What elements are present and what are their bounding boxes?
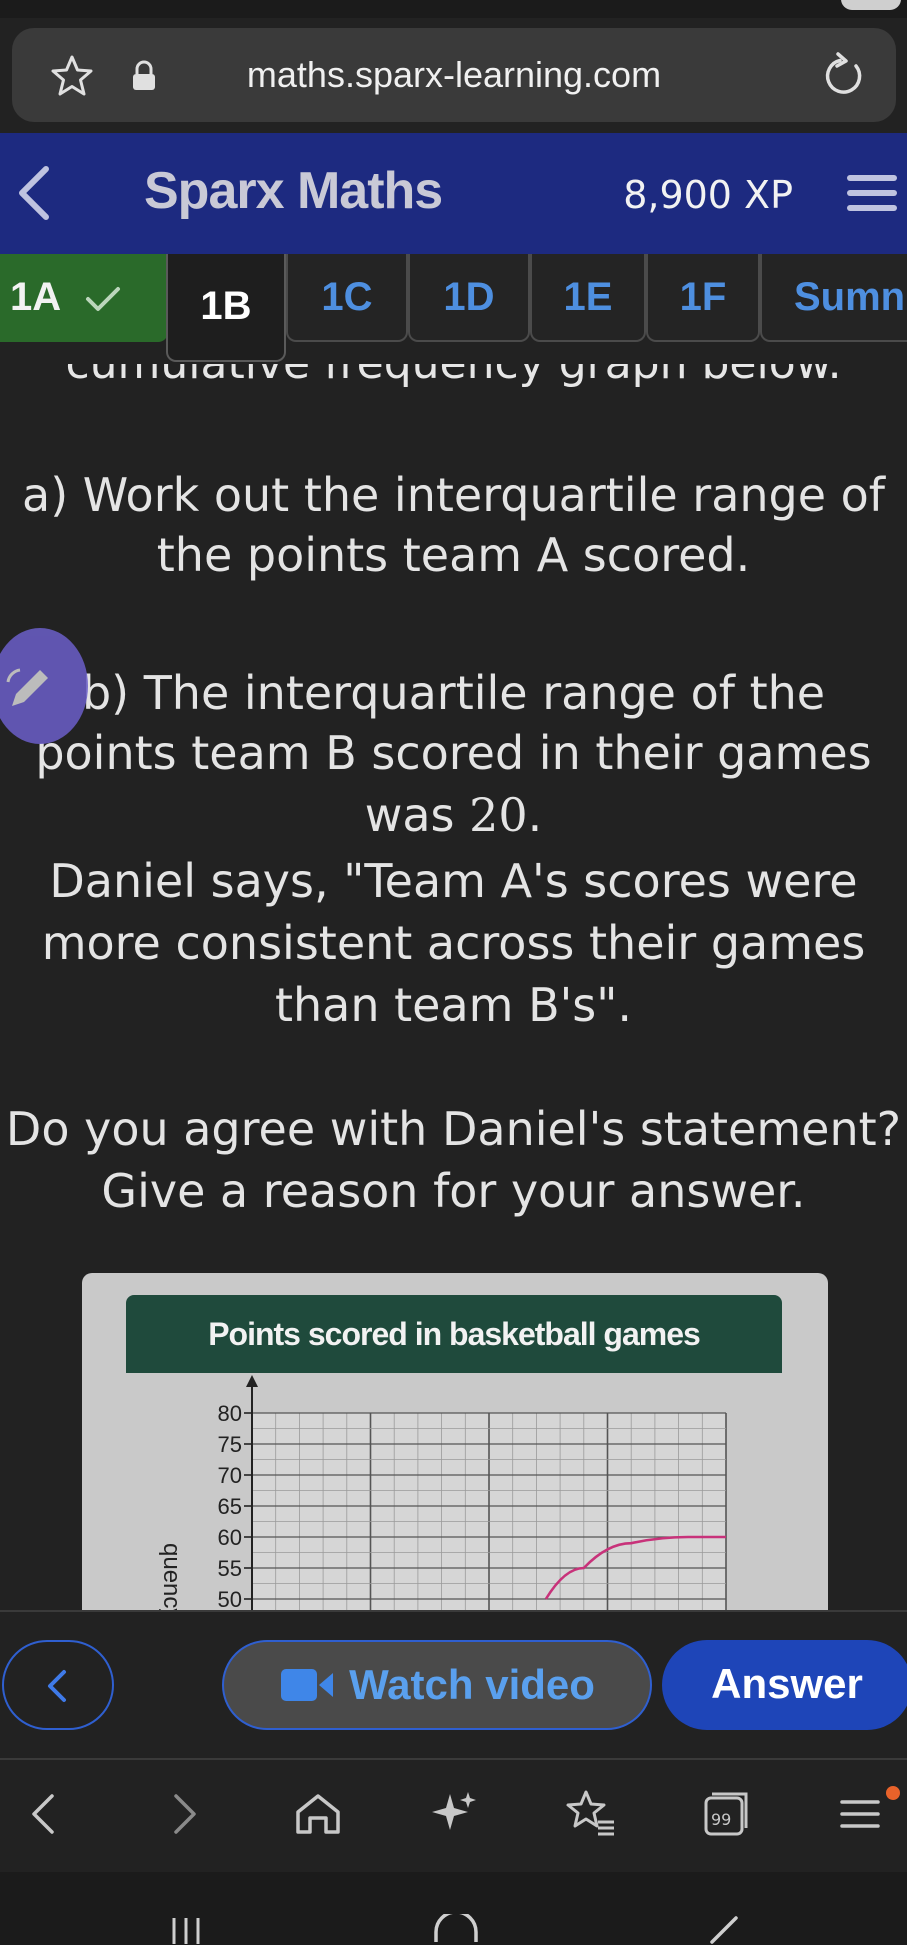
y-axis-arrow (246, 1375, 258, 1387)
part-b-line-2: points team B scored in their games (35, 726, 872, 780)
system-nav-bar (0, 1872, 907, 1945)
quote-line-3: than team B's". (274, 978, 633, 1032)
status-bar (0, 0, 907, 18)
y-tick-label: 65 (218, 1494, 242, 1519)
url-text[interactable]: maths.sparx-learning.com (12, 54, 896, 96)
cumulative-frequency-chart: 50 55 60 65 70 75 80 quency (158, 1375, 727, 1613)
tab-label: 1A (10, 275, 62, 319)
app-title: Sparx Maths (144, 162, 443, 220)
tabs-icon[interactable]: 99 (698, 1786, 754, 1842)
app-header: Sparx Maths 8,900 XP (0, 133, 907, 254)
tab-1e[interactable]: 1E (530, 254, 646, 342)
graph-figure: Points scored in basketball games 50 55 60… (82, 1273, 828, 1613)
tab-1f[interactable]: 1F (646, 254, 760, 342)
notification-dot (886, 1786, 900, 1800)
y-axis-label: quency (158, 1543, 185, 1613)
tab-label: Sumn (794, 275, 906, 319)
watch-video-button[interactable]: Watch video (222, 1640, 652, 1730)
quote-line-2: more consistent across their games (41, 916, 866, 970)
back-chevron-icon[interactable] (14, 163, 54, 223)
tab-1a[interactable]: 1A (0, 254, 168, 342)
forward-icon[interactable] (156, 1786, 212, 1842)
tab-1b[interactable]: 1B (166, 254, 286, 362)
chevron-left-icon (48, 1670, 66, 1702)
home-icon[interactable] (290, 1786, 346, 1842)
xp-counter: 8,900 XP (623, 173, 793, 217)
menu-icon[interactable] (832, 1786, 888, 1842)
check-icon (86, 287, 121, 312)
tab-1d[interactable]: 1D (408, 254, 530, 342)
answer-label: Answer (711, 1660, 863, 1707)
part-b-line-3: was 20. (0, 784, 907, 846)
previous-button[interactable] (2, 1640, 114, 1730)
bookmarks-icon[interactable] (562, 1786, 618, 1842)
prompt-line-1: Do you agree with Daniel's statement? (5, 1102, 902, 1156)
battery-icon (841, 0, 901, 10)
y-tick-label: 55 (218, 1556, 242, 1581)
y-tick-label: 80 (218, 1401, 242, 1426)
ai-sparkle-icon[interactable] (426, 1786, 482, 1842)
hamburger-menu-icon[interactable] (843, 169, 899, 217)
tab-count: 99 (711, 1810, 732, 1829)
watch-video-label: Watch video (349, 1661, 595, 1708)
back-icon[interactable] (16, 1786, 72, 1842)
iqr-value: 20 (469, 788, 528, 842)
question-text: cumulative frequency graph below. a) Wor… (0, 364, 907, 1224)
part-b-line-1: b) The interquartile range of the (81, 666, 826, 720)
task-tabs: 1A 1B 1C 1D 1E 1F Sumn (0, 254, 907, 364)
answer-button[interactable]: Answer (662, 1640, 907, 1730)
pencil-icon (6, 668, 48, 706)
tab-1c[interactable]: 1C (286, 254, 408, 342)
part-a-line-2: the points team A scored. (156, 528, 751, 582)
tab-label: 1D (443, 275, 495, 319)
graph-title: Points scored in basketball games (126, 1295, 782, 1373)
y-tick-label: 75 (218, 1432, 242, 1457)
system-back-icon[interactable] (702, 1914, 742, 1944)
reload-icon[interactable] (820, 52, 868, 100)
tab-label: 1C (321, 275, 373, 319)
question-cut-line: cumulative frequency graph below. (0, 364, 907, 389)
action-bar: Watch video Answer (0, 1610, 907, 1760)
y-tick-label: 50 (218, 1587, 242, 1612)
y-tick-label: 60 (218, 1525, 242, 1550)
browser-toolbar: 99 (0, 1762, 907, 1872)
tab-label: 1E (563, 275, 613, 319)
tab-label: 1F (679, 275, 727, 319)
video-camera-icon (281, 1668, 334, 1701)
system-home-icon[interactable] (432, 1914, 480, 1944)
quote-line-1: Daniel says, "Team A's scores were (49, 854, 858, 908)
recents-icon[interactable] (166, 1914, 206, 1944)
part-a-line-1: a) Work out the interquartile range of (22, 468, 885, 522)
prompt-line-2: Give a reason for your answer. (101, 1164, 806, 1218)
tab-label: 1B (200, 284, 252, 328)
part-b-line-3-pre: was (364, 788, 470, 842)
part-b-line-3-post: . (527, 788, 543, 842)
tab-summary[interactable]: Sumn (760, 254, 907, 342)
y-tick-label: 70 (218, 1463, 242, 1488)
address-bar[interactable]: maths.sparx-learning.com (12, 28, 896, 122)
